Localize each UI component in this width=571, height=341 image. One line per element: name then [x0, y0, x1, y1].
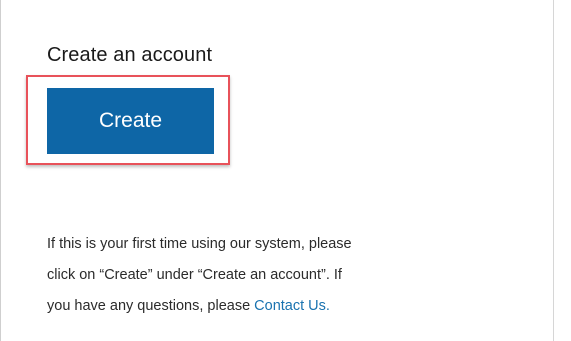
help-line-3: you have any questions, please Contact U… — [47, 291, 527, 322]
contact-us-link[interactable]: Contact Us. — [254, 298, 330, 314]
panel-right-border — [553, 0, 554, 341]
help-line-1: If this is your first time using our sys… — [47, 236, 352, 252]
create-account-heading: Create an account — [47, 44, 213, 66]
panel-left-border — [0, 0, 1, 341]
create-button[interactable]: Create — [47, 88, 214, 154]
account-panel: Create an account Create If this is your… — [0, 0, 571, 341]
help-line-3-text: you have any questions, please — [47, 298, 255, 314]
help-paragraph: If this is your first time using our sys… — [47, 229, 527, 322]
help-line-2: click on “Create” under “Create an accou… — [47, 267, 342, 283]
